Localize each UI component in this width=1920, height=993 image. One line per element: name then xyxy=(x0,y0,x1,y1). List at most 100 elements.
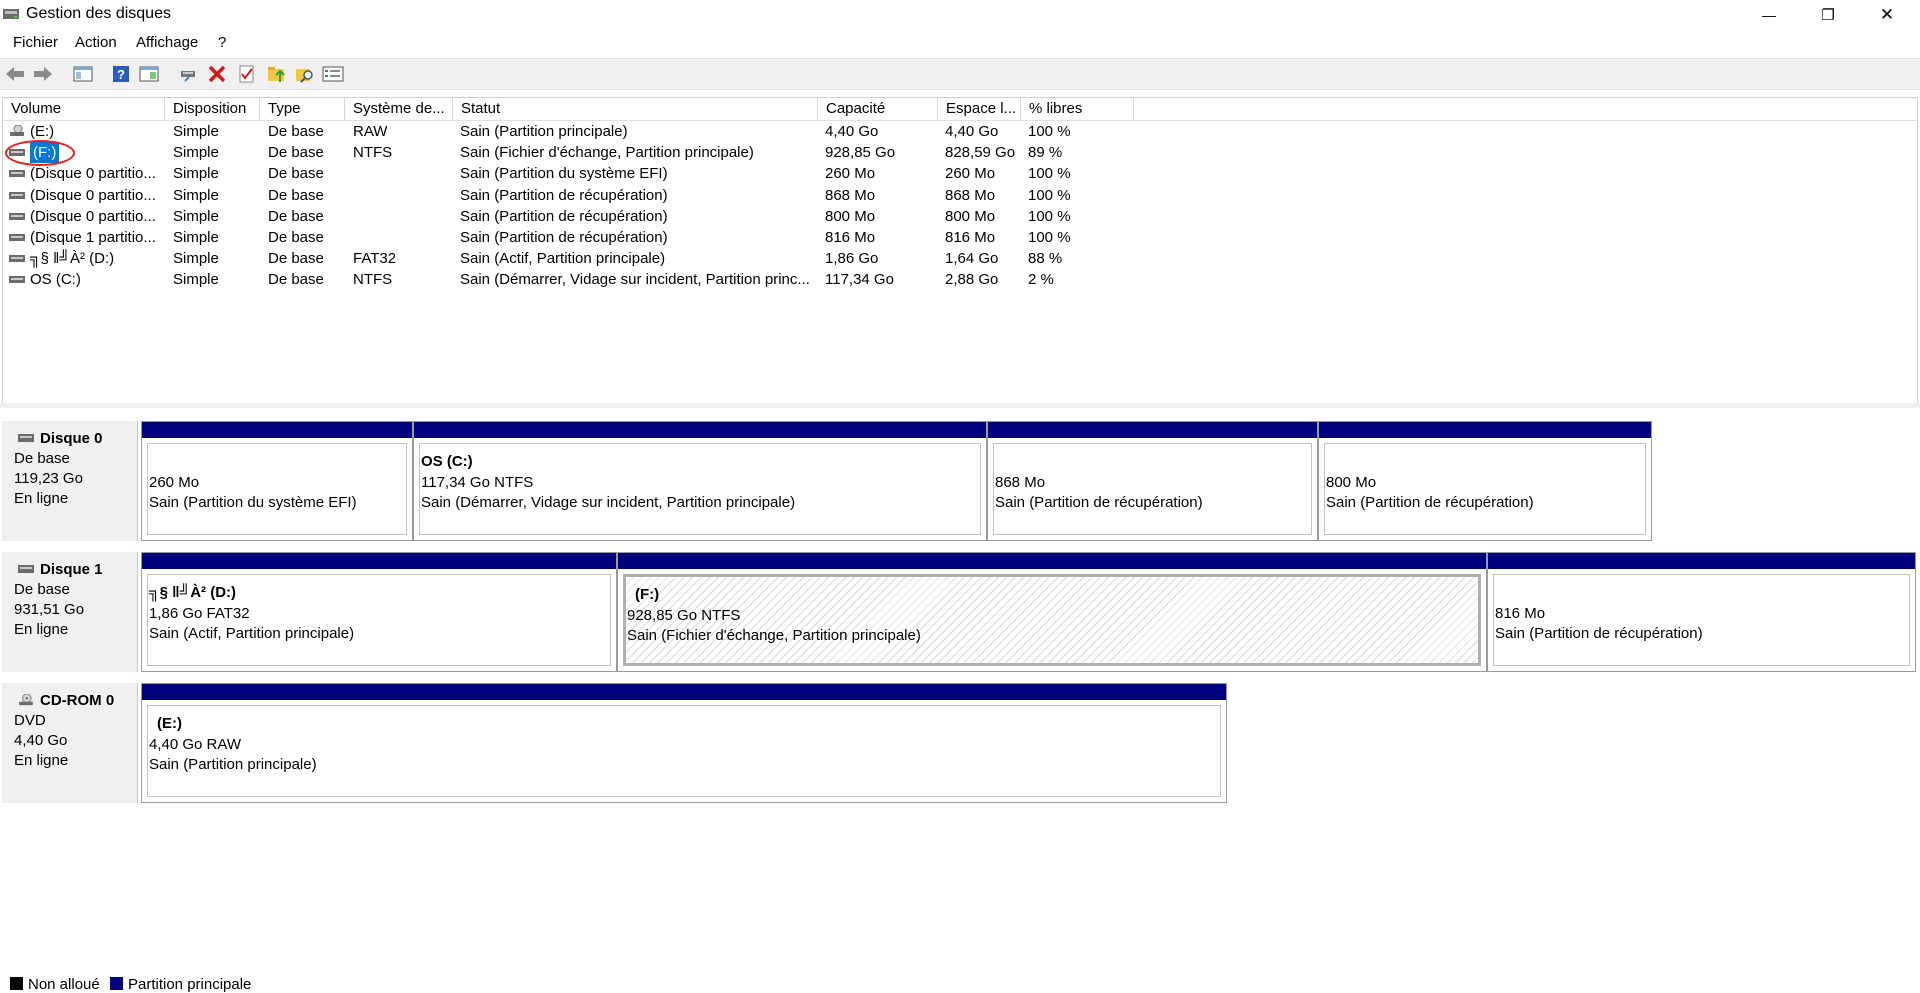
column-header-type[interactable]: Type xyxy=(260,98,345,120)
volume-icon xyxy=(9,170,25,178)
cell-pct-free: 88 % xyxy=(1028,250,1063,268)
partition-title: ╗§ ‖╝À² (D:) xyxy=(149,584,237,601)
cell-capacity: 117,34 Go xyxy=(825,271,894,289)
legend-swatch-primary xyxy=(110,977,123,990)
menu-action[interactable]: Action xyxy=(75,34,117,51)
volume-row[interactable]: (E:) Simple De base RAW Sain (Partition prin… xyxy=(3,121,1917,142)
column-header-volume[interactable]: Volume xyxy=(3,98,165,120)
close-button[interactable]: ✕ xyxy=(1858,0,1916,30)
cell-volume: (Disque 0 partitio... xyxy=(30,165,156,183)
menu-affichage[interactable]: Affichage xyxy=(136,34,198,51)
help-icon: ? xyxy=(113,66,129,82)
folder-up-icon xyxy=(268,67,285,82)
partition-cdrom-e[interactable]: (E:) 4,40 Go RAW Sain (Partition principal… xyxy=(141,683,1227,803)
partition-disk0-efi[interactable]: 260 Mo Sain (Partition du système EFI) xyxy=(141,421,413,541)
volume-row[interactable]: (Disque 0 partitio... Simple De base Sain (… xyxy=(3,185,1917,206)
cell-filesystem: FAT32 xyxy=(353,250,397,268)
cell-pct-free: 100 % xyxy=(1028,229,1071,246)
partition-disk0-recovery-1[interactable]: 868 Mo Sain (Partition de récupération) xyxy=(987,421,1318,541)
disk-kind: De base xyxy=(14,581,70,598)
partition-disk0-recovery-2[interactable]: 800 Mo Sain (Partition de récupération) xyxy=(1318,421,1652,541)
partition-bar xyxy=(142,553,616,569)
hard-disk-icon xyxy=(18,434,34,442)
delete-button[interactable] xyxy=(206,63,228,85)
cell-volume: (Disque 0 partitio... xyxy=(30,186,156,204)
properties-pane-icon xyxy=(139,66,159,82)
column-header-pct-free[interactable]: % libres xyxy=(1021,98,1134,120)
disk-label-cdrom[interactable]: CD-ROM 0 DVD 4,40 Go En ligne xyxy=(2,683,138,803)
partition-bar xyxy=(142,422,412,438)
console-tree-button[interactable] xyxy=(72,63,94,85)
minimize-button[interactable]: — xyxy=(1740,0,1798,30)
cell-pct-free: 89 % xyxy=(1028,144,1063,162)
cell-disposition: Simple xyxy=(173,229,219,246)
volume-icon xyxy=(9,276,25,284)
menu-bar: Fichier Action Affichage ? xyxy=(0,30,1920,56)
connect-disk-button[interactable] xyxy=(178,63,200,85)
folder-up-button[interactable] xyxy=(266,63,288,85)
cell-disposition: Simple xyxy=(173,186,219,204)
cell-filesystem: NTFS xyxy=(353,271,393,289)
cd-volume-icon xyxy=(10,125,24,136)
cell-status: Sain (Partition principale) xyxy=(460,123,628,140)
svg-text:?: ? xyxy=(117,67,125,82)
partition-disk0-os[interactable]: OS (C:) 117,34 Go NTFS Sain (Démarrer, Vid… xyxy=(413,421,987,541)
partition-disk1-d[interactable]: ╗§ ‖╝À² (D:) 1,86 Go FAT32 Sain (Actif, Pa… xyxy=(141,552,617,672)
cell-free-space: 868 Mo xyxy=(945,186,996,204)
disk-label-1[interactable]: Disque 1 De base 931,51 Go En ligne xyxy=(2,552,138,672)
cell-capacity: 4,40 Go xyxy=(825,123,879,140)
disk-row-0[interactable]: Disque 0 De base 119,23 Go En ligne 260 … xyxy=(2,421,1652,541)
maximize-button[interactable]: ❐ xyxy=(1799,0,1857,30)
volume-row[interactable]: (F:) Simple De base NTFS Sain (Fichier d'éch… xyxy=(3,140,1917,167)
partition-title xyxy=(1495,583,1909,604)
cell-disposition: Simple xyxy=(173,123,219,140)
toolbar: ? xyxy=(0,58,1920,90)
disk-kind: De base xyxy=(14,450,70,467)
forward-button[interactable] xyxy=(32,63,54,85)
partition-status: Sain (Actif, Partition principale) xyxy=(149,625,355,642)
disk-kind: DVD xyxy=(14,712,46,729)
column-header-disposition[interactable]: Disposition xyxy=(165,98,260,120)
window-title: Gestion des disques xyxy=(26,5,171,22)
column-header-status[interactable]: Statut xyxy=(453,98,818,120)
restore-icon: ❐ xyxy=(1821,7,1835,24)
partition-status: Sain (Partition du système EFI) xyxy=(149,494,357,511)
disk-label-0[interactable]: Disque 0 De base 119,23 Go En ligne xyxy=(2,421,138,541)
menu-fichier[interactable]: Fichier xyxy=(13,34,58,51)
partition-size: 928,85 Go NTFS xyxy=(627,606,741,624)
partition-size: 4,40 Go RAW xyxy=(149,735,241,753)
partition-title xyxy=(1326,452,1645,473)
disk-row-1[interactable]: Disque 1 De base 931,51 Go En ligne ╗§ ‖… xyxy=(2,552,1916,672)
volume-row[interactable]: (Disque 1 partitio... Simple De base Sain (… xyxy=(3,227,1917,248)
properties-pane-button[interactable] xyxy=(138,63,160,85)
list-view-button[interactable] xyxy=(322,63,344,85)
cell-type: De base xyxy=(268,207,324,225)
search-folder-button[interactable] xyxy=(294,63,316,85)
partition-title: OS (C:) xyxy=(421,453,473,470)
column-header-free-space[interactable]: Espace l... xyxy=(938,98,1021,120)
column-header-capacity[interactable]: Capacité xyxy=(818,98,938,120)
cell-status: Sain (Démarrer, Vidage sur incident, Par… xyxy=(460,271,810,289)
disk-row-cdrom[interactable]: CD-ROM 0 DVD 4,40 Go En ligne (E:) 4,40 G… xyxy=(2,683,1227,803)
partition-bar xyxy=(618,553,1486,569)
help-button[interactable]: ? xyxy=(110,63,132,85)
cell-pct-free: 2 % xyxy=(1028,271,1054,289)
volume-row[interactable]: (Disque 0 partitio... Simple De base Sain (… xyxy=(3,206,1917,227)
partition-disk1-f-selected[interactable]: (F:) 928,85 Go NTFS Sain (Fichier d'échang… xyxy=(617,552,1487,672)
volume-icon xyxy=(9,191,25,199)
cell-free-space: 800 Mo xyxy=(945,207,996,225)
column-header-filesystem[interactable]: Système de... xyxy=(345,98,453,120)
cell-type: De base xyxy=(268,165,324,183)
check-button[interactable] xyxy=(236,63,258,85)
cell-capacity: 928,85 Go xyxy=(825,144,896,162)
cell-status: Sain (Fichier d'échange, Partition princ… xyxy=(460,144,754,162)
back-button[interactable] xyxy=(4,63,26,85)
cell-free-space: 260 Mo xyxy=(945,165,996,183)
volume-row[interactable]: OS (C:) Simple De base NTFS Sain (Démarrer, … xyxy=(3,269,1917,290)
disk-name: CD-ROM 0 xyxy=(40,692,115,709)
menu-help[interactable]: ? xyxy=(218,34,226,51)
partition-disk1-recovery[interactable]: 816 Mo Sain (Partition de récupération) xyxy=(1487,552,1916,672)
cell-capacity: 868 Mo xyxy=(825,186,876,204)
volume-row[interactable]: ╗§ ‖╝À² (D:) Simple De base FAT32 Sain (Acti… xyxy=(3,248,1917,269)
volume-row[interactable]: (Disque 0 partitio... Simple De base Sain (… xyxy=(3,163,1917,184)
